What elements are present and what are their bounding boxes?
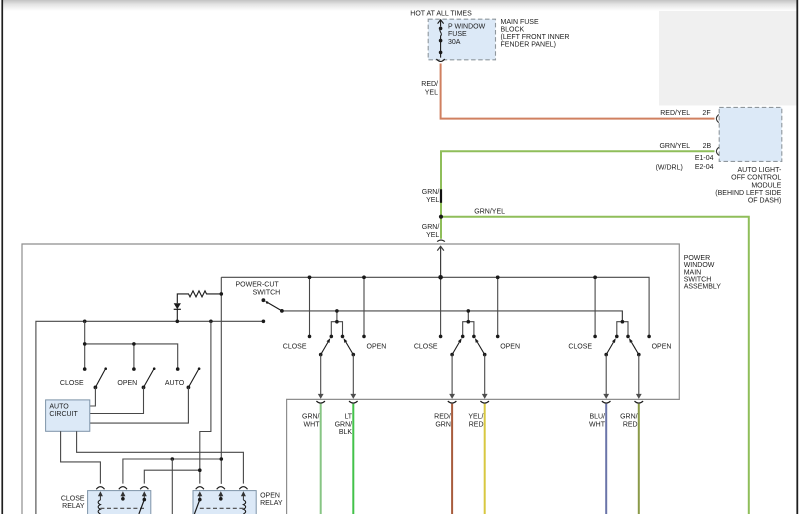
svg-text:(LEFT FRONT INNER: (LEFT FRONT INNER [501,34,570,41]
svg-text:GRN/: GRN/ [620,414,638,421]
svg-text:AUTO: AUTO [165,380,185,387]
svg-text:MAIN FUSE: MAIN FUSE [501,19,539,26]
svg-text:OPEN: OPEN [117,380,137,387]
svg-text:E1-04: E1-04 [695,155,714,162]
svg-text:SWITCH: SWITCH [253,289,281,296]
svg-text:BLOCK: BLOCK [501,26,525,33]
svg-text:WHT: WHT [304,421,321,428]
svg-text:YEL: YEL [426,232,439,239]
svg-text:OPEN: OPEN [652,344,672,351]
svg-text:E2-04: E2-04 [695,164,714,171]
svg-text:2F: 2F [702,110,710,117]
svg-text:CLOSE: CLOSE [60,380,84,387]
svg-text:HOT AT ALL TIMES: HOT AT ALL TIMES [410,11,472,18]
svg-text:FENDER PANEL): FENDER PANEL) [501,42,557,49]
svg-text:GRN/YEL: GRN/YEL [474,209,505,216]
svg-text:RED/: RED/ [434,414,451,421]
svg-text:GRN/YEL: GRN/YEL [659,143,690,150]
svg-text:OPEN: OPEN [367,344,387,351]
svg-text:CLOSE: CLOSE [414,344,438,351]
svg-text:(W/DRL): (W/DRL) [656,165,683,172]
svg-text:BLU/: BLU/ [589,414,605,421]
svg-text:POWER-CUT: POWER-CUT [236,282,280,289]
svg-text:CLOSE: CLOSE [61,495,85,502]
svg-text:30A: 30A [448,39,461,46]
svg-text:OPEN: OPEN [260,492,280,499]
svg-text:LT: LT [344,414,352,421]
svg-text:YEL: YEL [425,89,438,96]
svg-text:RED: RED [469,421,484,428]
svg-text:MODULE: MODULE [751,182,781,189]
svg-text:GRN/: GRN/ [422,189,440,196]
svg-text:RED/YEL: RED/YEL [660,110,690,117]
svg-text:BLK: BLK [339,429,353,436]
svg-text:CLOSE: CLOSE [568,344,592,351]
svg-text:CLOSE: CLOSE [283,344,307,351]
svg-text:ASSEMBLY: ASSEMBLY [684,284,722,291]
svg-text:RELAY: RELAY [260,500,283,507]
svg-text:OF DASH): OF DASH) [748,198,781,205]
svg-text:CIRCUIT: CIRCUIT [49,411,78,418]
svg-text:GRN/: GRN/ [335,421,353,428]
svg-text:P WINDOW: P WINDOW [448,24,486,31]
svg-text:RELAY: RELAY [62,503,85,510]
svg-text:(BEHIND LEFT SIDE: (BEHIND LEFT SIDE [715,190,781,197]
svg-text:WINDOW: WINDOW [684,262,715,269]
svg-text:FUSE: FUSE [448,31,467,38]
svg-text:MAIN: MAIN [684,269,702,276]
svg-text:GRN/: GRN/ [302,414,320,421]
svg-text:RED/: RED/ [421,81,438,88]
svg-text:OPEN: OPEN [500,344,520,351]
svg-text:AUTO: AUTO [49,404,69,411]
svg-text:GRN: GRN [435,421,451,428]
svg-text:GRN/: GRN/ [422,224,440,231]
svg-text:AUTO LIGHT-: AUTO LIGHT- [737,167,781,174]
svg-text:POWER: POWER [684,255,710,262]
svg-text:SWITCH: SWITCH [684,277,712,284]
svg-text:2B: 2B [703,143,712,150]
svg-text:YEL/: YEL/ [468,414,483,421]
svg-text:RED: RED [623,421,638,428]
svg-text:OFF CONTROL: OFF CONTROL [731,175,781,182]
svg-text:YEL: YEL [426,197,439,204]
svg-text:WHT: WHT [589,421,606,428]
